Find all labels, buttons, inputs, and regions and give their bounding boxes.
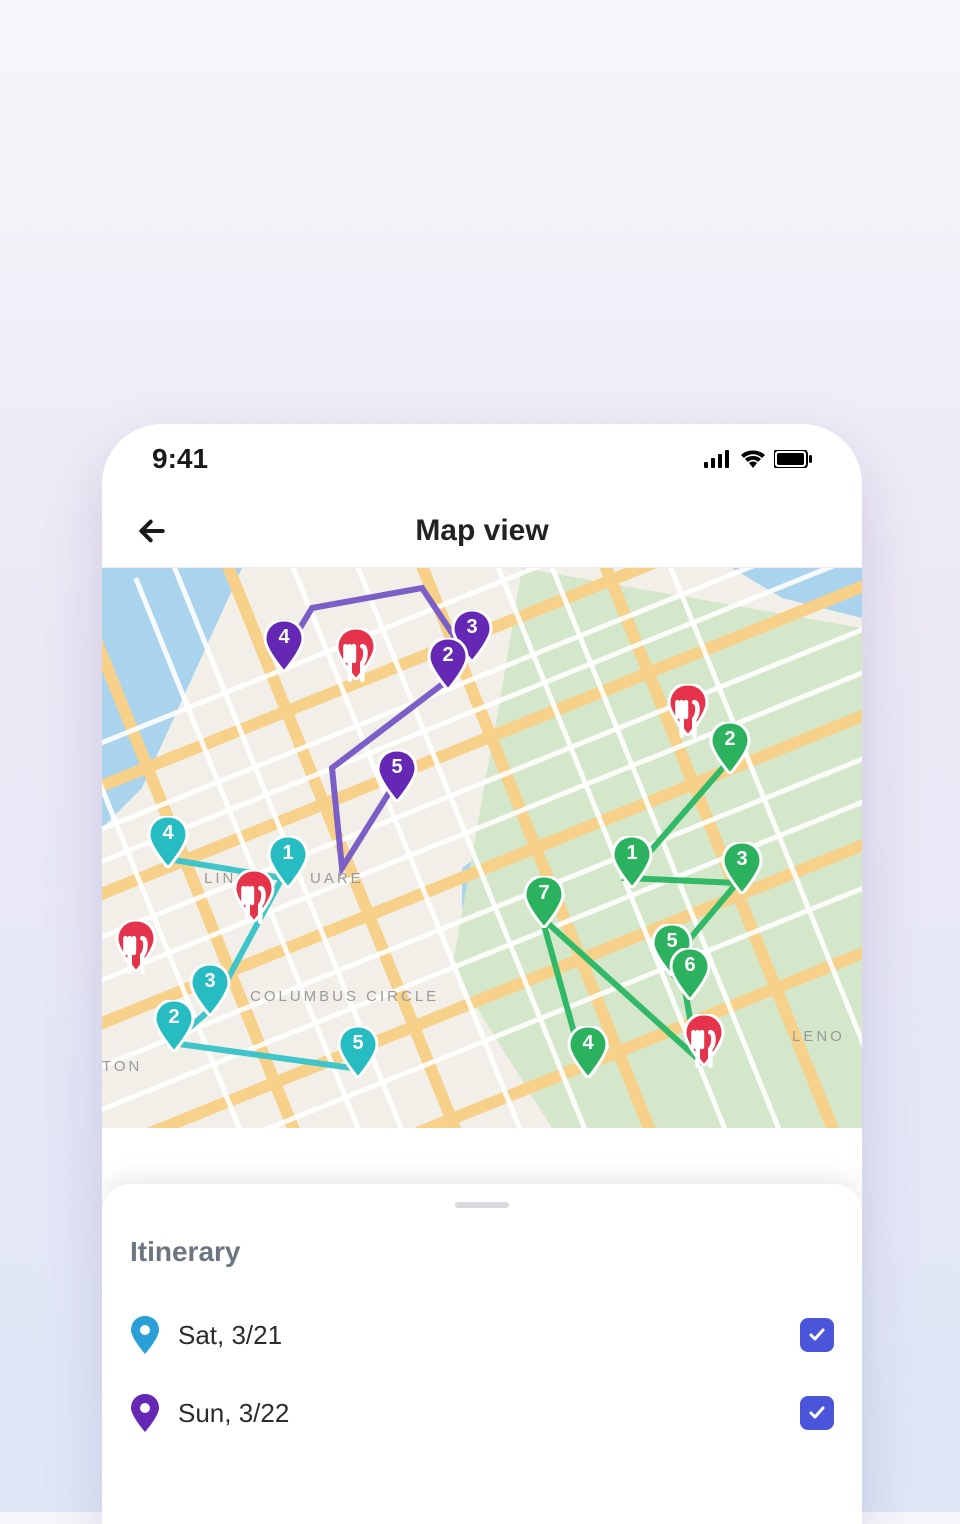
- map-pin-p-purple-2[interactable]: 2: [427, 638, 469, 690]
- sheet-title: Itinerary: [130, 1236, 834, 1268]
- status-time: 9:41: [152, 443, 208, 475]
- map-pin-p-green-6[interactable]: 6: [669, 948, 711, 1000]
- map-pin-p-green-1[interactable]: 1: [611, 836, 653, 888]
- map-pin-p-teal-4[interactable]: 4: [147, 816, 189, 868]
- pin-number: 3: [721, 848, 763, 871]
- map-pin-food-f4[interactable]: [115, 920, 157, 972]
- back-button[interactable]: [130, 509, 174, 553]
- map-label-ton: TON: [102, 1058, 142, 1075]
- pin-number: 2: [153, 1006, 195, 1029]
- pin-number: 4: [263, 626, 305, 649]
- itinerary-row[interactable]: Sat, 3/21: [130, 1296, 834, 1374]
- location-pin-icon: [130, 1394, 160, 1432]
- utensils-icon: [115, 929, 157, 986]
- pin-number: 3: [189, 970, 231, 993]
- utensils-icon: [335, 637, 377, 694]
- arrow-left-icon: [136, 515, 168, 547]
- map-pin-p-green-2[interactable]: 2: [709, 722, 751, 774]
- map-label-columbus: COLUMBUS CIRCLE: [250, 988, 439, 1005]
- map-pin-p-green-7[interactable]: 7: [523, 876, 565, 928]
- pin-number: 1: [611, 842, 653, 865]
- map-label-square: UARE: [310, 870, 364, 887]
- utensils-icon: [667, 693, 709, 750]
- map-pin-p-purple-4[interactable]: 4: [263, 620, 305, 672]
- map-pin-p-teal-5[interactable]: 5: [337, 1026, 379, 1078]
- page-title: Map view: [102, 514, 862, 548]
- map-pin-food-f2[interactable]: [667, 684, 709, 736]
- pin-number: 5: [337, 1032, 379, 1055]
- map-pin-food-f5[interactable]: [683, 1014, 725, 1066]
- pin-number: 4: [147, 822, 189, 845]
- sheet-grabber[interactable]: [455, 1202, 509, 1208]
- itinerary-row[interactable]: Sun, 3/22: [130, 1374, 834, 1452]
- itinerary-sheet[interactable]: Itinerary Sat, 3/21 Sun, 3/22: [102, 1184, 862, 1524]
- status-bar: 9:41: [102, 424, 862, 494]
- itinerary-date: Sun, 3/22: [178, 1398, 782, 1429]
- map-pin-p-teal-2[interactable]: 2: [153, 1000, 195, 1052]
- pin-number: 2: [709, 728, 751, 751]
- itinerary-date: Sat, 3/21: [178, 1320, 782, 1351]
- map-pin-food-f1[interactable]: [335, 628, 377, 680]
- itinerary-checkbox[interactable]: [800, 1396, 834, 1430]
- status-icons: [704, 450, 812, 468]
- map-label-leno: LENO: [792, 1028, 845, 1045]
- map-pin-p-green-4[interactable]: 4: [567, 1026, 609, 1078]
- check-icon: [807, 1403, 827, 1423]
- pin-number: 7: [523, 882, 565, 905]
- map[interactable]: LINCO UARE COLUMBUS CIRCLE TON LENO 1432…: [102, 568, 862, 1128]
- pin-number: 5: [376, 756, 418, 779]
- utensils-icon: [683, 1023, 725, 1080]
- map-pin-food-f3[interactable]: [233, 870, 275, 922]
- nav-bar: Map view: [102, 494, 862, 568]
- check-icon: [807, 1325, 827, 1345]
- cellular-icon: [704, 450, 732, 468]
- map-pin-p-green-3[interactable]: 3: [721, 842, 763, 894]
- itinerary-checkbox[interactable]: [800, 1318, 834, 1352]
- phone-frame: 9:41 Map view: [102, 424, 862, 1524]
- wifi-icon: [740, 450, 766, 468]
- pin-number: 2: [427, 644, 469, 667]
- map-pin-p-teal-3[interactable]: 3: [189, 964, 231, 1016]
- location-pin-icon: [130, 1316, 160, 1354]
- pin-number: 1: [267, 842, 309, 865]
- utensils-icon: [233, 879, 275, 936]
- pin-number: 6: [669, 954, 711, 977]
- battery-icon: [774, 450, 812, 468]
- pin-number: 3: [451, 616, 493, 639]
- map-pin-p-purple-5[interactable]: 5: [376, 750, 418, 802]
- pin-number: 4: [567, 1032, 609, 1055]
